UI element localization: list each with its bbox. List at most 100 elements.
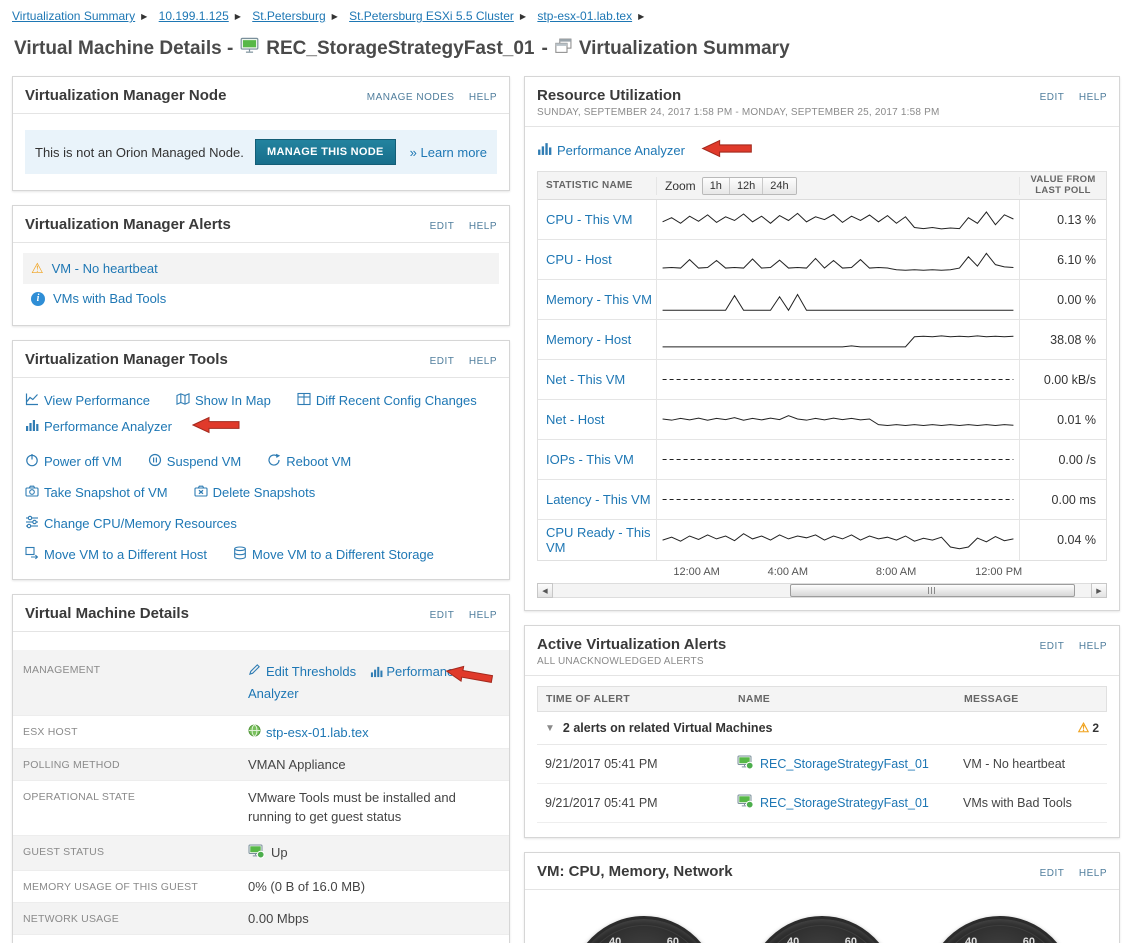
zoom-1h-button[interactable]: 1h [702,177,729,194]
host-icon [248,724,261,740]
power-icon [25,453,39,470]
edit-link[interactable]: EDIT [430,356,455,367]
scrollbar-track[interactable] [553,583,1091,598]
grip-icon [928,587,937,594]
alert-vm-link[interactable]: REC_StorageStrategyFast_01 [760,796,929,810]
stat-value: 38.08 % [1050,332,1096,347]
sliders-icon [25,515,39,532]
scroll-right-button[interactable]: ▶ [1091,583,1107,598]
window-icon [555,38,572,60]
alert-table-row: 9/21/2017 05:41 PM REC_StorageStrategyFa… [537,784,1107,823]
help-link[interactable]: HELP [1079,641,1107,652]
collapse-caret-icon[interactable]: ▼ [545,723,555,734]
move-vm-host-link[interactable]: Move VM to a Different Host [25,546,207,563]
breadcrumb-virtualization-summary[interactable]: Virtualization Summary [12,9,135,23]
alert-vm-link[interactable]: REC_StorageStrategyFast_01 [760,757,929,771]
show-in-map-link[interactable]: Show In Map [176,392,271,409]
panel-title: Resource Utilization [537,87,682,104]
stat-row-cpu-this-vm: CPU - This VM 0.13 % [538,200,1106,240]
panel-virtualization-manager-alerts: Virtualization Manager Alerts EDIT HELP … [12,205,510,326]
breadcrumb-cluster[interactable]: St.Petersburg ESXi 5.5 Cluster [349,9,514,23]
stat-link[interactable]: Net - Host [546,412,605,427]
help-link[interactable]: HELP [469,221,497,232]
annotation-arrow-icon [701,139,753,161]
stat-link[interactable]: CPU - This VM [546,212,632,227]
scrollbar-thumb[interactable] [789,584,1075,597]
help-link[interactable]: HELP [469,92,497,103]
manage-this-node-button[interactable]: MANAGE THIS NODE [255,139,396,165]
esx-host-link[interactable]: stp-esx-01.lab.tex [248,724,369,740]
network-gauge: 40 60 [926,916,1074,943]
diff-table-icon [297,392,311,409]
edit-link[interactable]: EDIT [430,610,455,621]
zoom-24h-button[interactable]: 24h [762,177,796,194]
performance-analyzer-icon [537,141,552,159]
help-link[interactable]: HELP [1079,92,1107,103]
delete-snapshots-link[interactable]: Delete Snapshots [194,484,315,501]
alert-group-label: 2 alerts on related Virtual Machines [562,721,773,735]
alert-bad-tools-link[interactable]: VMs with Bad Tools [53,291,166,306]
breadcrumb-node-ip[interactable]: 10.199.1.125 [159,9,229,23]
help-link[interactable]: HELP [1079,868,1107,879]
reboot-vm-link[interactable]: Reboot VM [267,453,351,470]
alert-no-heartbeat-link[interactable]: VM - No heartbeat [52,261,158,276]
change-cpu-memory-link[interactable]: Change CPU/Memory Resources [25,515,237,532]
alert-count-badge: ⚠ 2 [1077,720,1099,735]
stat-value: 0.04 % [1057,533,1096,547]
alert-message: VMs with Bad Tools [963,796,1072,810]
power-off-vm-link[interactable]: Power off VM [25,453,122,470]
panel-title: Virtual Machine Details [25,605,189,622]
alert-list-item: ⚠ VM - No heartbeat [23,253,499,284]
performance-analyzer-link[interactable]: Performance Analyzer [25,418,172,435]
edit-link[interactable]: EDIT [1040,868,1065,879]
alerts-subtitle: ALL UNACKNOWLEDGED ALERTS [537,656,704,667]
performance-analyzer-link[interactable]: Performance Analyzer [537,141,685,159]
manage-nodes-link[interactable]: MANAGE NODES [367,92,455,103]
suspend-vm-link[interactable]: Suspend VM [148,453,241,470]
move-host-icon [25,546,39,563]
stat-link[interactable]: Memory - This VM [546,292,652,307]
edit-link[interactable]: EDIT [1040,641,1065,652]
stat-link[interactable]: CPU - Host [546,252,612,267]
page-title-context: Virtualization Summary [578,37,790,59]
stat-link[interactable]: CPU Ready - This VM [546,525,656,555]
stat-link[interactable]: IOPs - This VM [546,452,634,467]
diff-config-changes-link[interactable]: Diff Recent Config Changes [297,392,477,409]
performance-analyzer-icon [25,418,39,435]
edit-link[interactable]: EDIT [1040,92,1065,103]
alert-table-row: 9/21/2017 05:41 PM REC_StorageStrategyFa… [537,745,1107,784]
detail-row-network-usage: NETWORK USAGE 0.00 Mbps [13,902,509,935]
breadcrumb-datacenter[interactable]: St.Petersburg [252,9,325,23]
stat-value: 0.01 % [1057,412,1096,427]
help-link[interactable]: HELP [469,356,497,367]
stat-link[interactable]: Memory - Host [546,332,631,347]
info-icon: i [31,291,45,306]
move-vm-storage-link[interactable]: Move VM to a Different Storage [233,546,434,563]
sparkline-chart [659,362,1017,397]
stat-link[interactable]: Latency - This VM [546,492,651,507]
stat-row-latency-this-vm: Latency - This VM 0.00 ms [538,480,1106,520]
take-snapshot-link[interactable]: Take Snapshot of VM [25,484,168,501]
edit-link[interactable]: EDIT [430,221,455,232]
stat-row-cpu-host: CPU - Host 6.10 % [538,240,1106,280]
panel-title: Virtualization Manager Node [25,87,227,104]
stat-value: 0.00 % [1057,292,1096,307]
zoom-control: 1h 12h 24h [701,176,797,195]
view-performance-link[interactable]: View Performance [25,392,150,409]
scroll-left-button[interactable]: ◀ [537,583,553,598]
detail-row-operational-state: OPERATIONAL STATE VMware Tools must be i… [13,781,509,836]
warning-icon: ⚠ [1077,720,1090,735]
page-title-dash: - [541,37,548,59]
stat-link[interactable]: Net - This VM [546,372,625,387]
edit-thresholds-link[interactable]: Edit Thresholds [248,662,356,682]
stat-value: 0.00 kB/s [1043,372,1096,387]
detail-row-esx-host: ESX HOST stp-esx-01.lab.tex [13,716,509,749]
help-link[interactable]: HELP [469,610,497,621]
breadcrumb-host[interactable]: stp-esx-01.lab.tex [537,9,632,23]
learn-more-link[interactable]: » Learn more [410,145,487,160]
vm-monitor-icon [240,37,259,60]
sparkline-chart [659,482,1017,517]
zoom-12h-button[interactable]: 12h [728,177,763,194]
stat-row-cpu-ready-this-vm: CPU Ready - This VM 0.04 % [538,520,1106,560]
detail-row-guest-status: GUEST STATUS Up [13,835,509,871]
